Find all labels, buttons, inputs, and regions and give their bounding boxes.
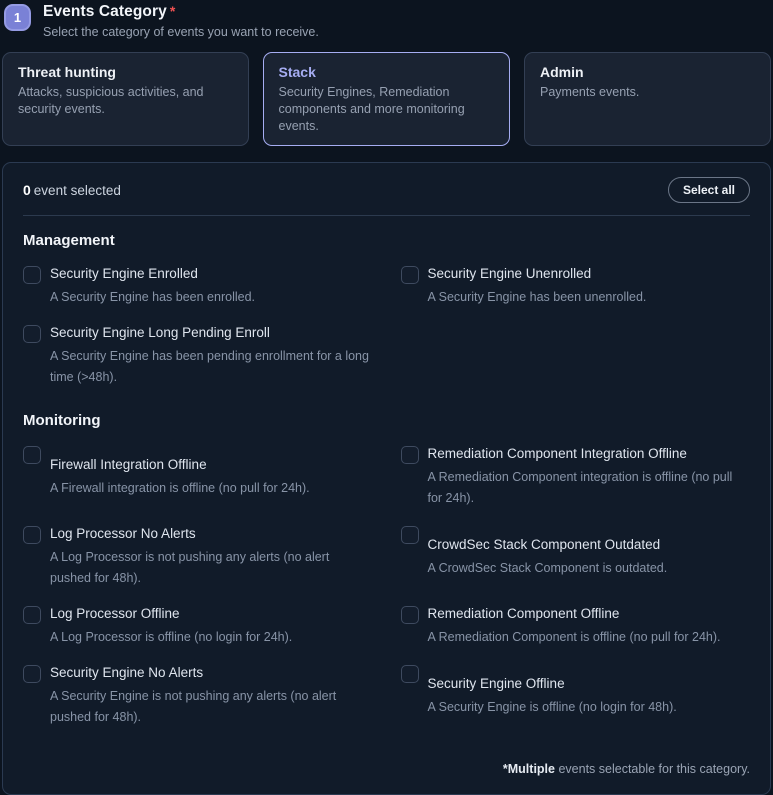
card-title: Stack bbox=[279, 64, 495, 80]
event-title: Remediation Component Integration Offlin… bbox=[428, 445, 751, 462]
event-item-firewall-integration-offline: Firewall Integration Offline A Firewall … bbox=[23, 445, 373, 509]
event-checkbox[interactable] bbox=[401, 446, 419, 464]
event-checkbox[interactable] bbox=[23, 325, 41, 343]
event-title: Security Engine No Alerts bbox=[50, 664, 373, 681]
section-title-management: Management bbox=[23, 232, 750, 249]
event-description: A Security Engine is not pushing any ale… bbox=[50, 686, 373, 728]
section-title-monitoring: Monitoring bbox=[23, 412, 750, 429]
step-header: 1 Events Category * Select the category … bbox=[0, 0, 773, 39]
step-number-badge: 1 bbox=[4, 4, 31, 31]
event-text: Security Engine No Alerts A Security Eng… bbox=[50, 664, 373, 728]
section-monitoring: Monitoring Firewall Integration Offline … bbox=[23, 412, 750, 728]
event-checkbox[interactable] bbox=[23, 526, 41, 544]
header-title-row: Events Category * bbox=[43, 3, 319, 21]
monitoring-events-grid: Firewall Integration Offline A Firewall … bbox=[23, 445, 750, 728]
page-title: Events Category bbox=[43, 3, 167, 21]
event-text: Remediation Component Offline A Remediat… bbox=[428, 605, 721, 648]
management-events-grid: Security Engine Enrolled A Security Engi… bbox=[23, 265, 750, 388]
selected-count-number: 0 bbox=[23, 182, 31, 198]
footer-note-rest: events selectable for this category. bbox=[555, 762, 750, 776]
event-item-remediation-component-offline: Remediation Component Offline A Remediat… bbox=[401, 605, 751, 648]
event-item-crowdsec-stack-component-outdated: CrowdSec Stack Component Outdated A Crow… bbox=[401, 525, 751, 589]
event-description: A Security Engine has been pending enrol… bbox=[50, 346, 373, 388]
event-title: Security Engine Offline bbox=[428, 675, 677, 692]
panel-header: 0event selected Select all bbox=[23, 177, 750, 203]
event-item-log-processor-offline: Log Processor Offline A Log Processor is… bbox=[23, 605, 373, 648]
events-category-page: 1 Events Category * Select the category … bbox=[0, 0, 773, 747]
event-description: A Security Engine is offline (no login f… bbox=[428, 697, 677, 718]
event-title: Remediation Component Offline bbox=[428, 605, 721, 622]
event-text: Security Engine Unenrolled A Security En… bbox=[428, 265, 647, 308]
event-description: A Remediation Component integration is o… bbox=[428, 467, 751, 509]
event-item-security-engine-enrolled: Security Engine Enrolled A Security Engi… bbox=[23, 265, 373, 308]
card-title: Threat hunting bbox=[18, 64, 233, 80]
header-text: Events Category * Select the category of… bbox=[43, 4, 319, 39]
divider bbox=[23, 215, 750, 216]
select-all-button[interactable]: Select all bbox=[668, 177, 750, 203]
card-description: Attacks, suspicious activities, and secu… bbox=[18, 84, 233, 118]
event-text: Remediation Component Integration Offlin… bbox=[428, 445, 751, 509]
event-text: Security Engine Enrolled A Security Engi… bbox=[50, 265, 255, 308]
event-checkbox[interactable] bbox=[401, 526, 419, 544]
event-text: Firewall Integration Offline A Firewall … bbox=[50, 456, 310, 499]
category-cards: Threat hunting Attacks, suspicious activ… bbox=[2, 52, 771, 146]
event-description: A Log Processor is offline (no login for… bbox=[50, 627, 292, 648]
event-checkbox[interactable] bbox=[401, 606, 419, 624]
selected-count-label: event selected bbox=[34, 183, 121, 198]
event-title: Security Engine Unenrolled bbox=[428, 265, 647, 282]
footer-note: *Multiple events selectable for this cat… bbox=[23, 762, 750, 776]
card-title: Admin bbox=[540, 64, 755, 80]
event-description: A Log Processor is not pushing any alert… bbox=[50, 547, 373, 589]
event-title: Security Engine Enrolled bbox=[50, 265, 255, 282]
event-title: CrowdSec Stack Component Outdated bbox=[428, 536, 668, 553]
event-description: A Remediation Component is offline (no p… bbox=[428, 627, 721, 648]
event-text: Log Processor No Alerts A Log Processor … bbox=[50, 525, 373, 589]
selection-count: 0event selected bbox=[23, 182, 121, 198]
event-text: Log Processor Offline A Log Processor is… bbox=[50, 605, 292, 648]
category-card-admin[interactable]: Admin Payments events. bbox=[524, 52, 771, 146]
event-checkbox[interactable] bbox=[23, 266, 41, 284]
event-checkbox[interactable] bbox=[401, 266, 419, 284]
required-asterisk: * bbox=[170, 4, 175, 18]
event-text: Security Engine Long Pending Enroll A Se… bbox=[50, 324, 373, 388]
event-item-security-engine-long-pending-enroll: Security Engine Long Pending Enroll A Se… bbox=[23, 324, 373, 388]
event-checkbox[interactable] bbox=[23, 665, 41, 683]
card-description: Security Engines, Remediation components… bbox=[279, 84, 495, 135]
event-description: A Firewall integration is offline (no pu… bbox=[50, 478, 310, 499]
event-item-log-processor-no-alerts: Log Processor No Alerts A Log Processor … bbox=[23, 525, 373, 589]
footer-note-bold: *Multiple bbox=[503, 762, 555, 776]
page-subtitle: Select the category of events you want t… bbox=[43, 25, 319, 39]
event-text: Security Engine Offline A Security Engin… bbox=[428, 675, 677, 718]
category-card-threat-hunting[interactable]: Threat hunting Attacks, suspicious activ… bbox=[2, 52, 249, 146]
event-checkbox[interactable] bbox=[23, 606, 41, 624]
event-text: CrowdSec Stack Component Outdated A Crow… bbox=[428, 536, 668, 579]
card-description: Payments events. bbox=[540, 84, 755, 101]
event-title: Log Processor Offline bbox=[50, 605, 292, 622]
category-card-stack[interactable]: Stack Security Engines, Remediation comp… bbox=[263, 52, 510, 146]
event-description: A Security Engine has been unenrolled. bbox=[428, 287, 647, 308]
event-item-security-engine-unenrolled: Security Engine Unenrolled A Security En… bbox=[401, 265, 751, 308]
event-title: Log Processor No Alerts bbox=[50, 525, 373, 542]
events-panel: 0event selected Select all Management Se… bbox=[2, 162, 771, 795]
event-title: Firewall Integration Offline bbox=[50, 456, 310, 473]
event-description: A CrowdSec Stack Component is outdated. bbox=[428, 558, 668, 579]
event-item-security-engine-offline: Security Engine Offline A Security Engin… bbox=[401, 664, 751, 728]
event-item-security-engine-no-alerts: Security Engine No Alerts A Security Eng… bbox=[23, 664, 373, 728]
event-title: Security Engine Long Pending Enroll bbox=[50, 324, 373, 341]
event-item-remediation-component-integration-offline: Remediation Component Integration Offlin… bbox=[401, 445, 751, 509]
event-checkbox[interactable] bbox=[401, 665, 419, 683]
section-management: Management Security Engine Enrolled A Se… bbox=[23, 232, 750, 388]
event-checkbox[interactable] bbox=[23, 446, 41, 464]
event-description: A Security Engine has been enrolled. bbox=[50, 287, 255, 308]
